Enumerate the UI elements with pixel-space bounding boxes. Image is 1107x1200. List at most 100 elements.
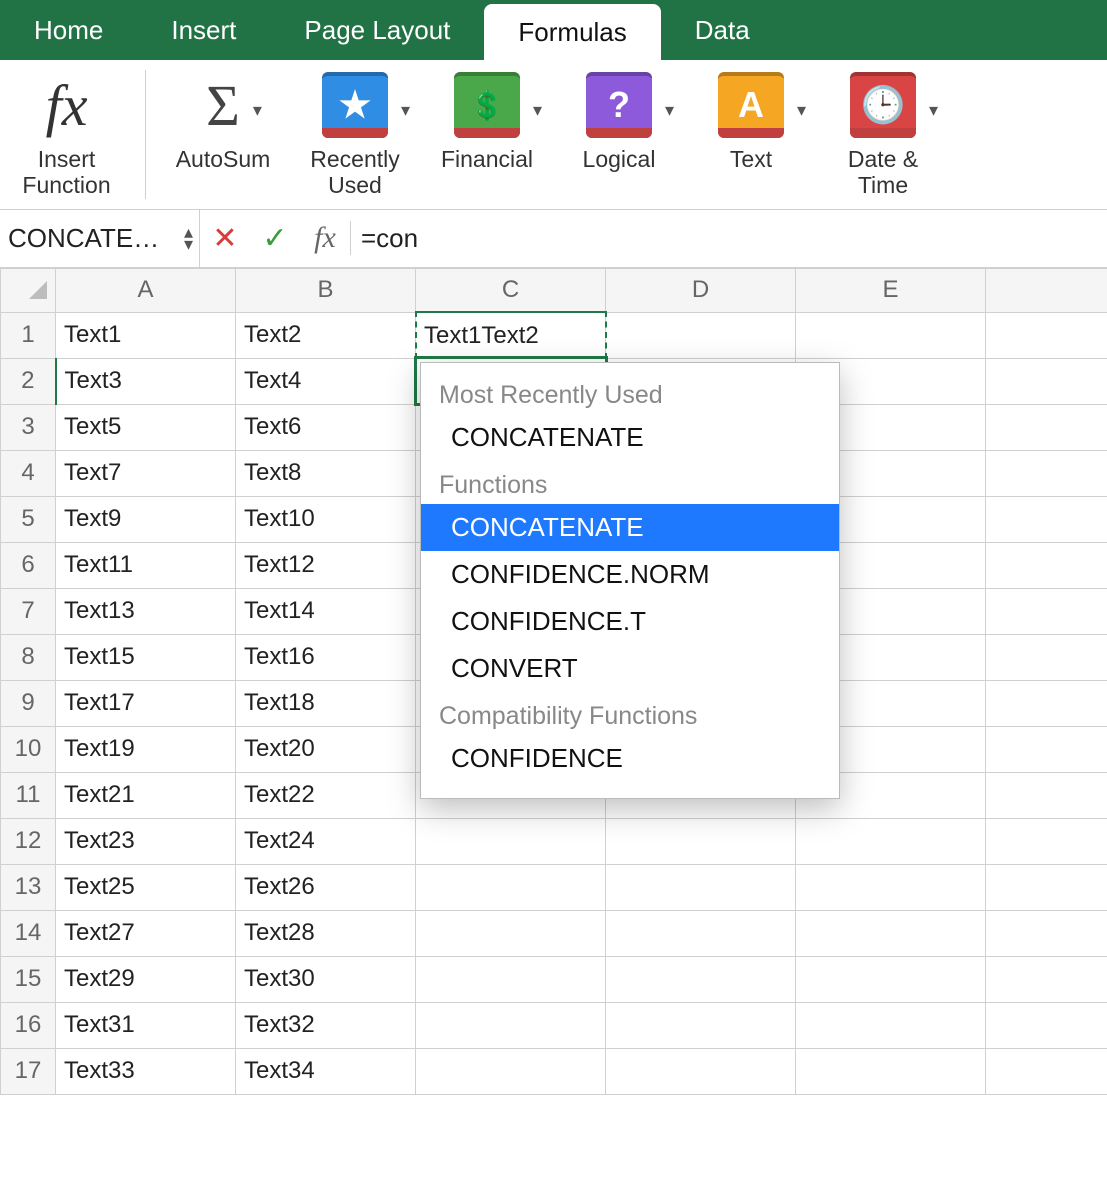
row-header[interactable]: 1 [1,312,56,358]
cell-C14[interactable] [416,910,606,956]
cell-blank[interactable] [986,588,1107,634]
cell-blank[interactable] [986,818,1107,864]
row-header[interactable]: 5 [1,496,56,542]
cell-C12[interactable] [416,818,606,864]
cell-B15[interactable]: Text30 [236,956,416,1002]
tab-insert[interactable]: Insert [137,0,270,60]
row-header[interactable]: 4 [1,450,56,496]
date-time-button[interactable]: 🕒▾ Date & Time [828,70,938,199]
cell-D15[interactable] [606,956,796,1002]
cell-C1[interactable]: Text1Text2 [416,312,606,358]
financial-button[interactable]: 💲▾ Financial [432,70,542,172]
cell-D16[interactable] [606,1002,796,1048]
cell-B2[interactable]: Text4 [236,358,416,404]
cell-E16[interactable] [796,1002,986,1048]
cell-blank[interactable] [986,634,1107,680]
cell-blank[interactable] [986,726,1107,772]
row-header[interactable]: 16 [1,1002,56,1048]
tab-data[interactable]: Data [661,0,784,60]
cancel-edit-button[interactable]: ✕ [200,210,250,267]
cell-blank[interactable] [986,312,1107,358]
dropdown-caret-icon[interactable]: ▾ [401,100,410,121]
cell-A5[interactable]: Text9 [56,496,236,542]
select-all-corner[interactable] [1,268,56,312]
cell-B16[interactable]: Text32 [236,1002,416,1048]
logical-button[interactable]: ?▾ Logical [564,70,674,172]
cell-blank[interactable] [986,956,1107,1002]
cell-A13[interactable]: Text25 [56,864,236,910]
dropdown-caret-icon[interactable]: ▾ [253,100,262,121]
autocomplete-item[interactable]: CONCATENATE [421,504,839,551]
cell-A3[interactable]: Text5 [56,404,236,450]
cell-A11[interactable]: Text21 [56,772,236,818]
cell-A6[interactable]: Text11 [56,542,236,588]
cell-B1[interactable]: Text2 [236,312,416,358]
cell-B13[interactable]: Text26 [236,864,416,910]
cell-blank[interactable] [986,772,1107,818]
col-header-C[interactable]: C [416,268,606,312]
col-header-D[interactable]: D [606,268,796,312]
dropdown-caret-icon[interactable]: ▾ [797,100,806,121]
name-box[interactable]: CONCATE… ▴▾ [0,210,200,267]
cell-A16[interactable]: Text31 [56,1002,236,1048]
cell-C15[interactable] [416,956,606,1002]
cell-A8[interactable]: Text15 [56,634,236,680]
cell-B3[interactable]: Text6 [236,404,416,450]
row-header[interactable]: 8 [1,634,56,680]
cell-B5[interactable]: Text10 [236,496,416,542]
cell-B14[interactable]: Text28 [236,910,416,956]
col-header-E[interactable]: E [796,268,986,312]
row-header[interactable]: 2 [1,358,56,404]
cell-blank[interactable] [986,496,1107,542]
row-header[interactable]: 12 [1,818,56,864]
tab-home[interactable]: Home [0,0,137,60]
cell-blank[interactable] [986,450,1107,496]
cell-blank[interactable] [986,358,1107,404]
cell-B10[interactable]: Text20 [236,726,416,772]
cell-C17[interactable] [416,1048,606,1094]
autocomplete-item[interactable]: CONCATENATE [421,414,839,461]
row-header[interactable]: 6 [1,542,56,588]
autocomplete-item[interactable]: CONVERT [421,645,839,692]
recently-used-button[interactable]: ★▾ Recently Used [300,70,410,199]
tab-page-layout[interactable]: Page Layout [270,0,484,60]
row-header[interactable]: 7 [1,588,56,634]
cell-B4[interactable]: Text8 [236,450,416,496]
confirm-edit-button[interactable]: ✓ [250,210,300,267]
cell-E12[interactable] [796,818,986,864]
cell-E1[interactable] [796,312,986,358]
cell-E15[interactable] [796,956,986,1002]
row-header[interactable]: 11 [1,772,56,818]
col-header-A[interactable]: A [56,268,236,312]
cell-blank[interactable] [986,404,1107,450]
autosum-button[interactable]: Σ▾ AutoSum [168,70,278,172]
cell-A4[interactable]: Text7 [56,450,236,496]
row-header[interactable]: 9 [1,680,56,726]
cell-blank[interactable] [986,542,1107,588]
cell-A12[interactable]: Text23 [56,818,236,864]
autocomplete-item[interactable]: CONFIDENCE.T [421,598,839,645]
cell-A1[interactable]: Text1 [56,312,236,358]
dropdown-caret-icon[interactable]: ▾ [533,100,542,121]
autocomplete-item[interactable]: CONFIDENCE [421,735,839,782]
row-header[interactable]: 14 [1,910,56,956]
cell-B9[interactable]: Text18 [236,680,416,726]
cell-B8[interactable]: Text16 [236,634,416,680]
cell-E13[interactable] [796,864,986,910]
cell-E14[interactable] [796,910,986,956]
cell-C13[interactable] [416,864,606,910]
row-header[interactable]: 17 [1,1048,56,1094]
formula-input[interactable] [351,210,1107,267]
cell-D12[interactable] [606,818,796,864]
cell-blank[interactable] [986,864,1107,910]
cell-E17[interactable] [796,1048,986,1094]
cell-B12[interactable]: Text24 [236,818,416,864]
insert-function-button[interactable]: fx Insert Function [6,70,146,199]
cell-A14[interactable]: Text27 [56,910,236,956]
row-header[interactable]: 13 [1,864,56,910]
cell-A9[interactable]: Text17 [56,680,236,726]
cell-B17[interactable]: Text34 [236,1048,416,1094]
text-button[interactable]: A▾ Text [696,70,806,172]
cell-D14[interactable] [606,910,796,956]
spreadsheet-grid[interactable]: A B C D E 1Text1Text2Text1Text22Text3Tex… [0,268,1107,1095]
